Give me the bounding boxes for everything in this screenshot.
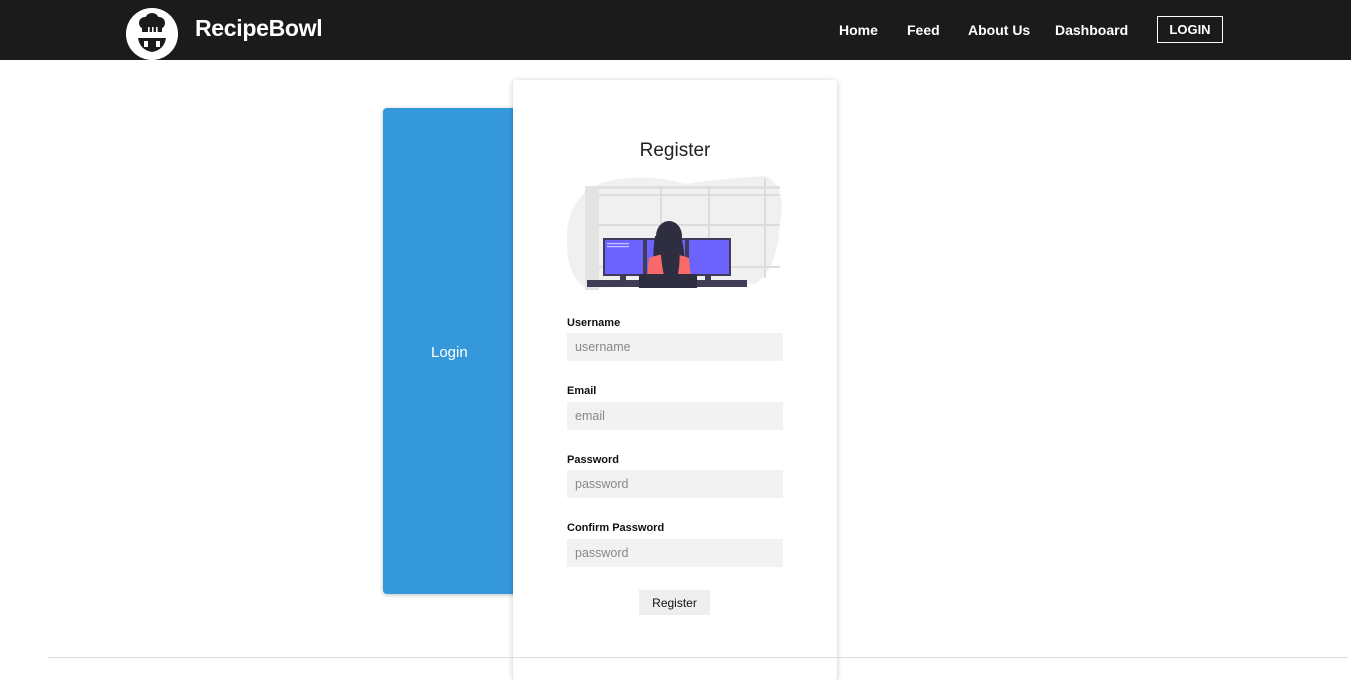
login-panel-label[interactable]: Login	[431, 344, 468, 361]
nav-link-home[interactable]: Home	[839, 22, 878, 38]
confirm-password-label: Confirm Password	[567, 522, 665, 534]
brand-name[interactable]: RecipeBowl	[195, 15, 323, 42]
confirm-password-input[interactable]	[567, 539, 783, 567]
woman-at-computers-illustration	[565, 174, 785, 297]
chef-hat-logo-icon[interactable]	[126, 8, 178, 60]
nav-link-dashboard[interactable]: Dashboard	[1055, 22, 1128, 38]
nav-link-feed[interactable]: Feed	[907, 22, 940, 38]
username-input[interactable]	[567, 333, 783, 361]
email-input[interactable]	[567, 402, 783, 430]
register-title: Register	[639, 140, 711, 161]
password-input[interactable]	[567, 470, 783, 498]
register-button[interactable]: Register	[639, 590, 710, 615]
password-label: Password	[567, 454, 619, 466]
navbar: RecipeBowl Home Feed About Us Dashboard …	[0, 0, 1351, 60]
login-button[interactable]: LOGIN	[1157, 16, 1223, 43]
nav-link-about-us[interactable]: About Us	[968, 22, 1030, 38]
username-label: Username	[567, 317, 621, 329]
email-label: Email	[567, 385, 597, 397]
